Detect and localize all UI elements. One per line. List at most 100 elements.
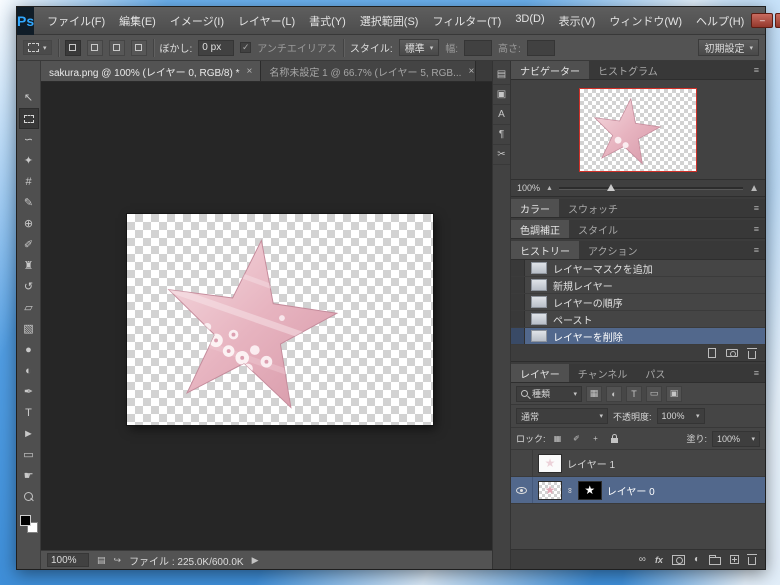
history-step[interactable]: 新規レイヤー <box>511 277 765 294</box>
tab-actions[interactable]: アクション <box>579 241 647 259</box>
lock-all-icon[interactable] <box>608 432 622 446</box>
fill-select[interactable]: 100% ▾ <box>712 431 760 447</box>
tab-navigator[interactable]: ナビゲーター <box>511 61 589 79</box>
feather-input[interactable]: 0 px <box>198 40 234 56</box>
zoom-level-input[interactable]: 100% <box>47 553 89 567</box>
menu-filter[interactable]: フィルター(T) <box>425 9 508 33</box>
tab-history[interactable]: ヒストリー <box>511 241 579 259</box>
smart-object-filter-icon[interactable]: ▣ <box>666 386 682 402</box>
arrow-status-icon[interactable]: ↪ <box>114 555 122 566</box>
link-layers-button[interactable]: ∞ <box>639 554 646 565</box>
document-canvas[interactable] <box>127 214 433 425</box>
add-selection-button[interactable] <box>87 40 103 56</box>
tab-color[interactable]: カラー <box>511 199 559 217</box>
workspace-switcher[interactable]: 初期設定 ▾ <box>698 39 759 56</box>
type-tool[interactable]: T <box>19 402 39 423</box>
status-expand-arrow[interactable]: ▶ <box>252 555 259 566</box>
new-snapshot-button[interactable] <box>726 349 738 357</box>
eraser-tool[interactable]: ▱ <box>19 297 39 318</box>
delete-layer-button[interactable] <box>748 554 756 565</box>
close-icon[interactable]: × <box>468 66 474 77</box>
doc-tab-sakura[interactable]: sakura.png @ 100% (レイヤー 0, RGB/8) * × <box>41 61 261 81</box>
zoom-in-icon[interactable]: ▲ <box>749 183 759 194</box>
history-step[interactable]: ペースト <box>511 311 765 328</box>
type-filter-icon[interactable]: T <box>626 386 642 402</box>
tab-adjustments[interactable]: 色調補正 <box>511 220 569 238</box>
pixel-filter-icon[interactable]: ▦ <box>586 386 602 402</box>
visibility-toggle[interactable] <box>511 450 533 476</box>
move-tool[interactable]: ↖ <box>19 87 39 108</box>
adjustment-layer-button[interactable]: ◐ <box>694 554 700 565</box>
subtract-selection-button[interactable] <box>109 40 125 56</box>
quick-selection-tool[interactable]: ✦ <box>19 150 39 171</box>
lock-pixels-icon[interactable]: ✐ <box>570 432 584 446</box>
foreground-color[interactable] <box>20 515 31 526</box>
history-brush-tool[interactable]: ↺ <box>19 276 39 297</box>
clone-stamp-tool[interactable]: ♜ <box>19 255 39 276</box>
navigator-preview[interactable] <box>579 88 697 172</box>
history-source-well[interactable] <box>511 294 525 310</box>
eyedropper-tool[interactable]: ✎ <box>19 192 39 213</box>
layer-style-button[interactable]: fx <box>655 555 663 565</box>
filter-kind-select[interactable]: 種類 ▾ <box>516 386 582 402</box>
tab-styles[interactable]: スタイル <box>569 220 627 238</box>
gradient-tool[interactable]: ▧ <box>19 318 39 339</box>
path-selection-tool[interactable]: ► <box>19 423 39 444</box>
menu-window[interactable]: ウィンドウ(W) <box>602 9 689 33</box>
new-document-from-state-button[interactable] <box>708 348 716 358</box>
clone-source-panel-icon[interactable]: ▣ <box>493 85 510 105</box>
tool-preset-picker[interactable]: ▾ <box>23 40 52 55</box>
menu-view[interactable]: 表示(V) <box>552 9 603 33</box>
intersect-selection-button[interactable] <box>131 40 147 56</box>
history-source-well[interactable] <box>511 260 525 276</box>
minimize-button[interactable]: – <box>751 13 773 28</box>
panel-menu-icon[interactable]: ≡ <box>748 220 765 238</box>
adjustment-filter-icon[interactable]: ◐ <box>606 386 622 402</box>
lasso-tool[interactable]: ∽ <box>19 129 39 150</box>
rectangular-marquee-tool[interactable] <box>19 108 39 129</box>
style-select[interactable]: 標準 ▾ <box>399 39 440 56</box>
add-mask-button[interactable] <box>672 555 685 565</box>
close-icon[interactable]: × <box>246 66 252 77</box>
crop-tool[interactable]: # <box>19 171 39 192</box>
layer-row-0[interactable]: ★ ∞ ★ レイヤー 0 <box>511 477 765 504</box>
shape-filter-icon[interactable]: ▭ <box>646 386 662 402</box>
width-input[interactable] <box>464 40 492 56</box>
antialias-checkbox[interactable]: ✓ <box>240 42 251 53</box>
layer-mask-thumbnail[interactable]: ★ <box>578 481 602 500</box>
panel-menu-icon[interactable]: ≡ <box>748 364 765 382</box>
hand-tool[interactable]: ☛ <box>19 465 39 486</box>
delete-state-button[interactable] <box>748 348 756 359</box>
new-layer-button[interactable] <box>730 555 739 564</box>
tab-paths[interactable]: パス <box>636 364 674 382</box>
history-source-well[interactable] <box>511 311 525 327</box>
panel-menu-icon[interactable]: ≡ <box>748 199 765 217</box>
menu-type[interactable]: 書式(Y) <box>302 9 353 33</box>
menu-image[interactable]: イメージ(I) <box>163 9 231 33</box>
menu-file[interactable]: ファイル(F) <box>40 9 112 33</box>
menu-3d[interactable]: 3D(D) <box>508 9 551 33</box>
spot-healing-tool[interactable]: ⊕ <box>19 213 39 234</box>
tab-swatches[interactable]: スウォッチ <box>559 199 627 217</box>
navigator-zoom-slider[interactable] <box>559 182 743 194</box>
tool-presets-panel-icon[interactable]: ✂ <box>493 145 510 165</box>
history-source-well[interactable] <box>511 328 525 344</box>
maximize-button[interactable]: □ <box>775 13 780 28</box>
lock-position-icon[interactable]: + <box>589 432 603 446</box>
panel-menu-icon[interactable]: ≡ <box>748 241 765 259</box>
character-panel-icon[interactable]: A <box>493 105 510 125</box>
panel-menu-icon[interactable]: ≡ <box>748 61 765 79</box>
doc-tab-untitled[interactable]: 名称未設定 1 @ 66.7% (レイヤー 5, RGB... × <box>261 61 476 81</box>
navigator-zoom-value[interactable]: 100% <box>517 183 540 193</box>
new-selection-button[interactable] <box>65 40 81 56</box>
history-step[interactable]: レイヤーの順序 <box>511 294 765 311</box>
height-input[interactable] <box>527 40 555 56</box>
canvas[interactable] <box>41 82 492 550</box>
blend-mode-select[interactable]: 通常 ▾ <box>516 408 608 424</box>
brush-tool[interactable]: ✐ <box>19 234 39 255</box>
shape-tool[interactable]: ▭ <box>19 444 39 465</box>
new-group-button[interactable] <box>709 555 721 565</box>
color-swatches[interactable] <box>20 515 38 533</box>
menu-layer[interactable]: レイヤー(L) <box>231 9 302 33</box>
tab-channels[interactable]: チャンネル <box>569 364 637 382</box>
